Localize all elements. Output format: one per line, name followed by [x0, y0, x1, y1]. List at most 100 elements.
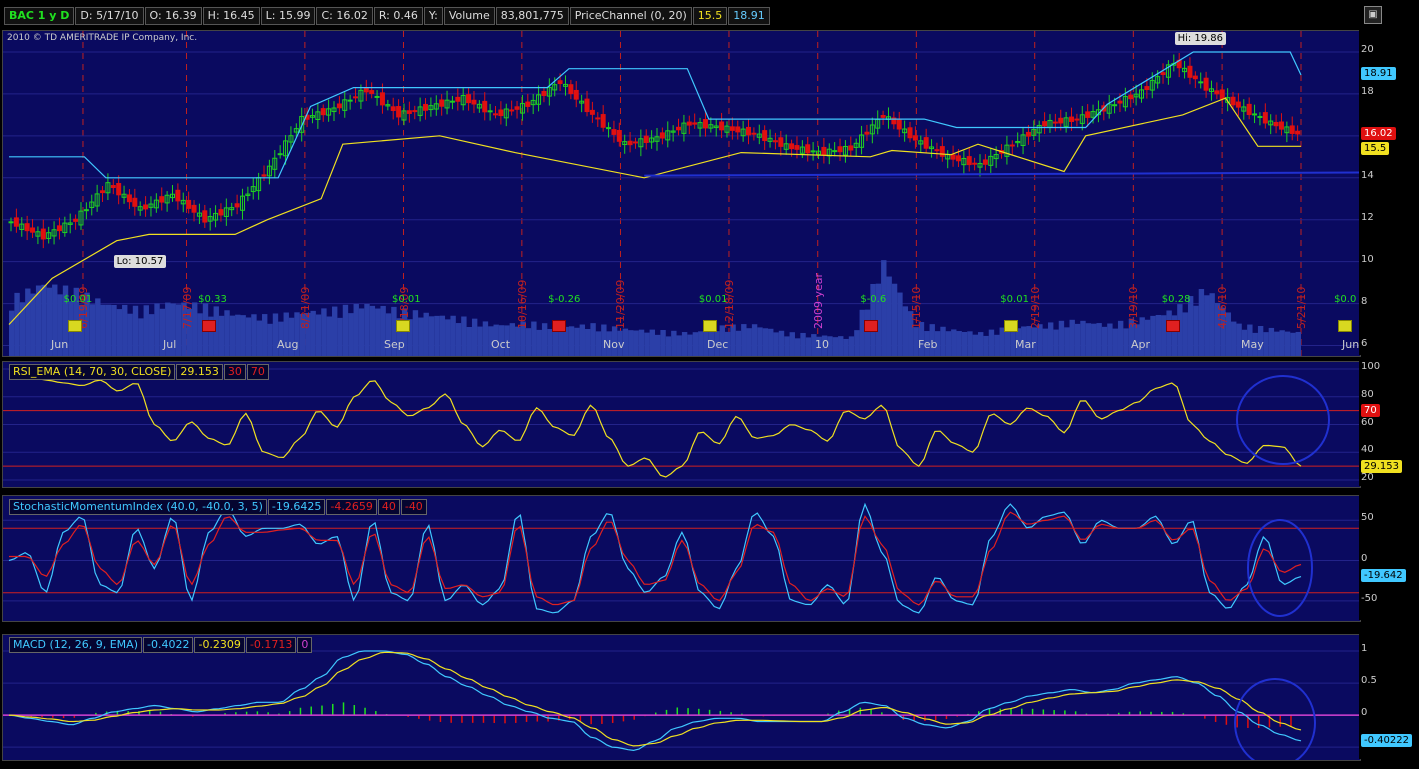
candle-body	[1257, 115, 1263, 118]
candle-body	[320, 108, 326, 116]
volume-bar	[30, 293, 36, 356]
volume-bar	[628, 330, 634, 356]
dividend-icon	[67, 320, 82, 332]
smi-study-label[interactable]: StochasticMomentumIndex (40.0, -40.0, 3,…	[9, 498, 267, 515]
macd-histogram-bar	[504, 715, 506, 724]
smi-header: StochasticMomentumIndex (40.0, -40.0, 3,…	[9, 498, 428, 515]
candle-body	[955, 155, 961, 162]
volume-bar	[988, 329, 995, 356]
volume-bar	[778, 330, 785, 356]
event-amount: $0.33	[198, 294, 227, 305]
candle-body	[487, 110, 493, 113]
indicator-line-macd	[8, 650, 1302, 752]
month-label: Dec	[707, 338, 729, 351]
candle-body	[729, 126, 735, 131]
indicator-tick: 0	[1361, 552, 1368, 564]
volume-bar	[762, 328, 769, 356]
candle-body	[1117, 100, 1123, 104]
volume-bar	[482, 321, 489, 356]
date-marker-label: 11/20/09	[614, 279, 628, 329]
volume-bar	[660, 329, 666, 356]
rsi-study-label[interactable]: RSI_EMA (14, 70, 30, CLOSE)	[9, 363, 176, 380]
candle-body	[643, 135, 649, 143]
chart-settings-icon[interactable]: ▣	[1364, 6, 1382, 24]
bar-y: Y:	[423, 6, 443, 25]
rsi-header: RSI_EMA (14, 70, 30, CLOSE) 29.153 30 70	[9, 363, 270, 380]
price-pane[interactable]: 2010 © TD AMERITRADE IP Company, Inc. Hi…	[2, 30, 1361, 357]
candle-body	[406, 110, 412, 114]
macd-histogram-bar	[1053, 710, 1055, 716]
macd-histogram-bar	[364, 707, 366, 716]
candle-body	[261, 174, 267, 177]
volume-bar	[951, 329, 957, 356]
volume-bar	[132, 305, 139, 356]
macd-value-tag: -0.40222	[1361, 733, 1412, 747]
candle-body	[191, 204, 197, 213]
price-tick: 14	[1361, 169, 1374, 181]
last-price-tag: 16.02	[1361, 127, 1396, 141]
candle-body	[568, 84, 574, 95]
date-marker-label: 3/19/10	[1127, 286, 1141, 329]
bar-range: R: 0.46	[373, 6, 423, 25]
volume-bar	[332, 306, 338, 356]
smi-under: -40	[400, 498, 427, 515]
dividend-icon	[1004, 320, 1019, 332]
volume-bar	[585, 329, 591, 356]
candle-body	[1278, 121, 1284, 130]
candle-body	[175, 189, 181, 202]
earnings-icon	[864, 320, 879, 332]
candle-body	[735, 126, 741, 133]
volume-bar	[800, 332, 806, 356]
volume-bar	[1004, 331, 1011, 356]
month-label: 10	[815, 338, 829, 351]
volume-bar	[854, 330, 860, 356]
volume-bar	[1069, 319, 1075, 356]
macd-histogram-bar	[708, 709, 711, 716]
macd-histogram-bar	[1031, 708, 1034, 716]
macd-zero: 0	[297, 636, 313, 653]
symbol-selector[interactable]: BAC 1 y D	[4, 6, 75, 25]
macd-histogram-bar	[665, 709, 668, 716]
volume-bar	[805, 337, 812, 356]
volume-bar	[547, 329, 553, 356]
rsi-value: 29.153	[176, 363, 223, 380]
candle-body	[379, 92, 385, 106]
event-amount: $0.0	[1334, 294, 1357, 305]
volume-bar	[1117, 320, 1124, 356]
price-channel-label[interactable]: PriceChannel (0, 20)	[569, 6, 692, 25]
indicator-tick: 50	[1361, 512, 1374, 524]
candle-body	[449, 100, 455, 103]
month-label: Jun	[1342, 338, 1360, 351]
volume-bar	[358, 308, 365, 356]
smi-pane[interactable]: StochasticMomentumIndex (40.0, -40.0, 3,…	[2, 495, 1361, 622]
rsi-pane[interactable]: RSI_EMA (14, 70, 30, CLOSE) 29.153 30 70	[2, 361, 1361, 488]
candle-body	[412, 110, 418, 113]
volume-bar	[832, 337, 839, 356]
macd-study-label[interactable]: MACD (12, 26, 9, EMA)	[9, 636, 142, 653]
volume-bar	[1064, 327, 1070, 356]
candle-body	[277, 153, 283, 156]
month-label: Aug	[277, 338, 299, 351]
month-label: Jul	[163, 338, 177, 351]
candle-body	[100, 190, 106, 194]
candle-body	[143, 204, 149, 210]
rsi-value-tag: 29.153	[1361, 460, 1402, 474]
smi-axis: 50 0 -50 -19.642	[1359, 495, 1415, 620]
volume-bar	[881, 260, 887, 356]
candle-body	[439, 99, 445, 107]
volume-bar	[450, 315, 456, 356]
candle-body	[493, 113, 498, 116]
candle-body	[600, 114, 606, 128]
bar-close: C: 16.02	[316, 6, 373, 25]
month-label: Feb	[918, 338, 938, 351]
candle-body	[1160, 72, 1166, 75]
smi-value: -19.6425	[267, 498, 326, 515]
copyright-text: 2010 © TD AMERITRADE IP Company, Inc.	[7, 33, 198, 43]
volume-bar	[321, 308, 327, 356]
volume-bar	[9, 310, 15, 356]
volume-label[interactable]: Volume	[443, 6, 495, 25]
macd-diff: -0.1713	[245, 636, 297, 653]
macd-pane[interactable]: MACD (12, 26, 9, EMA) -0.4022 -0.2309 -0…	[2, 634, 1361, 761]
annotation-circle	[1234, 678, 1316, 760]
volume-bar	[940, 326, 946, 356]
